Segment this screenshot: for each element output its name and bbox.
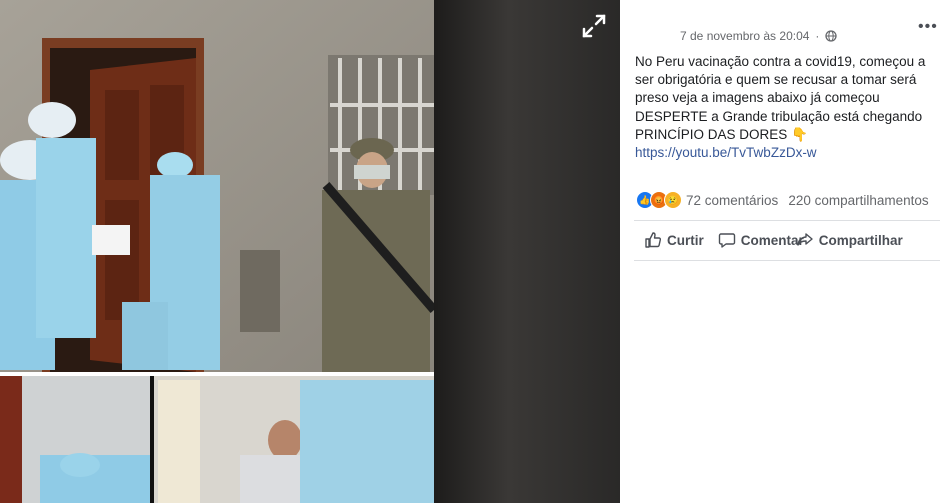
post-text-line: DESPERTE a Grande tribulação está chegan… (635, 108, 923, 124)
share-button[interactable]: Compartilhar (796, 231, 903, 249)
comments-count[interactable]: 72 comentários (686, 193, 778, 208)
post-meta: 7 de novembro às 20:04 · (680, 29, 838, 43)
like-label: Curtir (667, 232, 704, 248)
shares-count[interactable]: 220 compartilhamentos (788, 193, 928, 208)
post-link[interactable]: https://youtu.be/TvTwbZzDx-w (635, 145, 817, 160)
reactions-bar: 👍 😡 😢 72 comentários 220 compartilhament… (636, 191, 940, 209)
comment-label: Comentar (740, 232, 804, 248)
post-actions: Curtir Comentar Compartilhar (644, 231, 940, 249)
like-button[interactable]: Curtir (644, 231, 704, 249)
divider (634, 220, 940, 221)
reaction-icons[interactable]: 👍 😡 😢 (636, 191, 682, 209)
post-text-line: No Peru vacinação contra a covid19, come… (635, 54, 926, 69)
thumbs-up-icon (645, 232, 662, 248)
post-sidebar: 7 de novembro às 20:04 · ••• No Peru vac… (620, 0, 940, 503)
photo-viewer (0, 0, 620, 503)
comment-icon (718, 233, 735, 248)
globe-icon (825, 30, 838, 42)
photo-collage-image (0, 0, 438, 503)
share-label: Compartilhar (818, 232, 903, 248)
post-text-line: preso veja a imagens abaixo já começou (635, 90, 880, 106)
post-text-line: ser obrigatória e quem se recusar a toma… (635, 72, 917, 88)
share-icon (797, 233, 813, 246)
sad-icon: 😢 (664, 191, 682, 209)
post-photo-collage[interactable] (0, 0, 438, 503)
more-options-icon[interactable]: ••• (918, 18, 938, 36)
viewer-background (434, 0, 620, 503)
divider (634, 260, 940, 261)
separator-dot: · (815, 29, 820, 43)
post-text: No Peru vacinação contra a covid19, come… (635, 53, 935, 162)
expand-icon[interactable] (581, 13, 607, 39)
post-timestamp[interactable]: 7 de novembro às 20:04 (680, 29, 809, 43)
post-text-line: PRINCÍPIO DAS DORES 👇 (635, 126, 808, 142)
comment-button[interactable]: Comentar (718, 231, 804, 249)
